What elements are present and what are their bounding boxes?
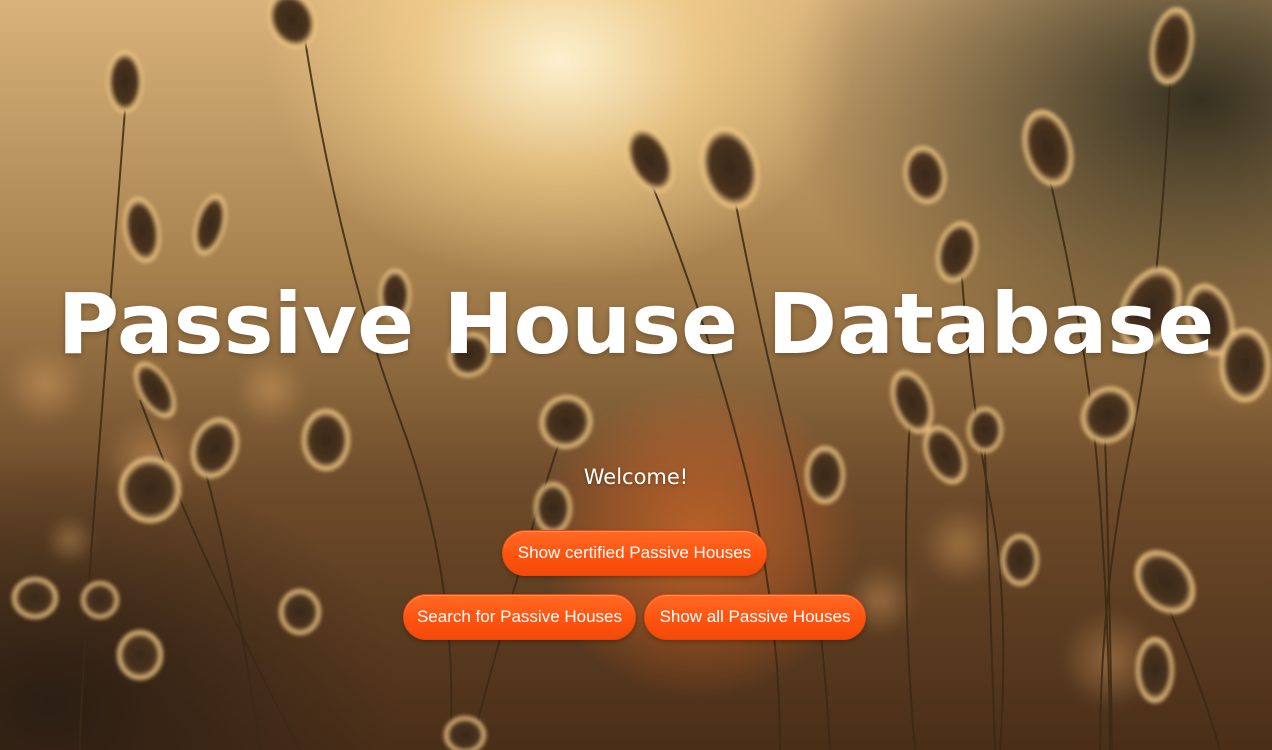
- page-title: Passive House Database: [57, 275, 1215, 373]
- hero-section: Passive House Database Welcome! Show cer…: [0, 0, 1272, 750]
- welcome-text: Welcome!: [583, 465, 689, 489]
- show-all-button[interactable]: Show all Passive Houses: [644, 594, 866, 640]
- search-button[interactable]: Search for Passive Houses: [403, 594, 636, 640]
- hero-content: Passive House Database Welcome! Show cer…: [0, 0, 1272, 750]
- show-certified-button[interactable]: Show certified Passive Houses: [502, 530, 767, 576]
